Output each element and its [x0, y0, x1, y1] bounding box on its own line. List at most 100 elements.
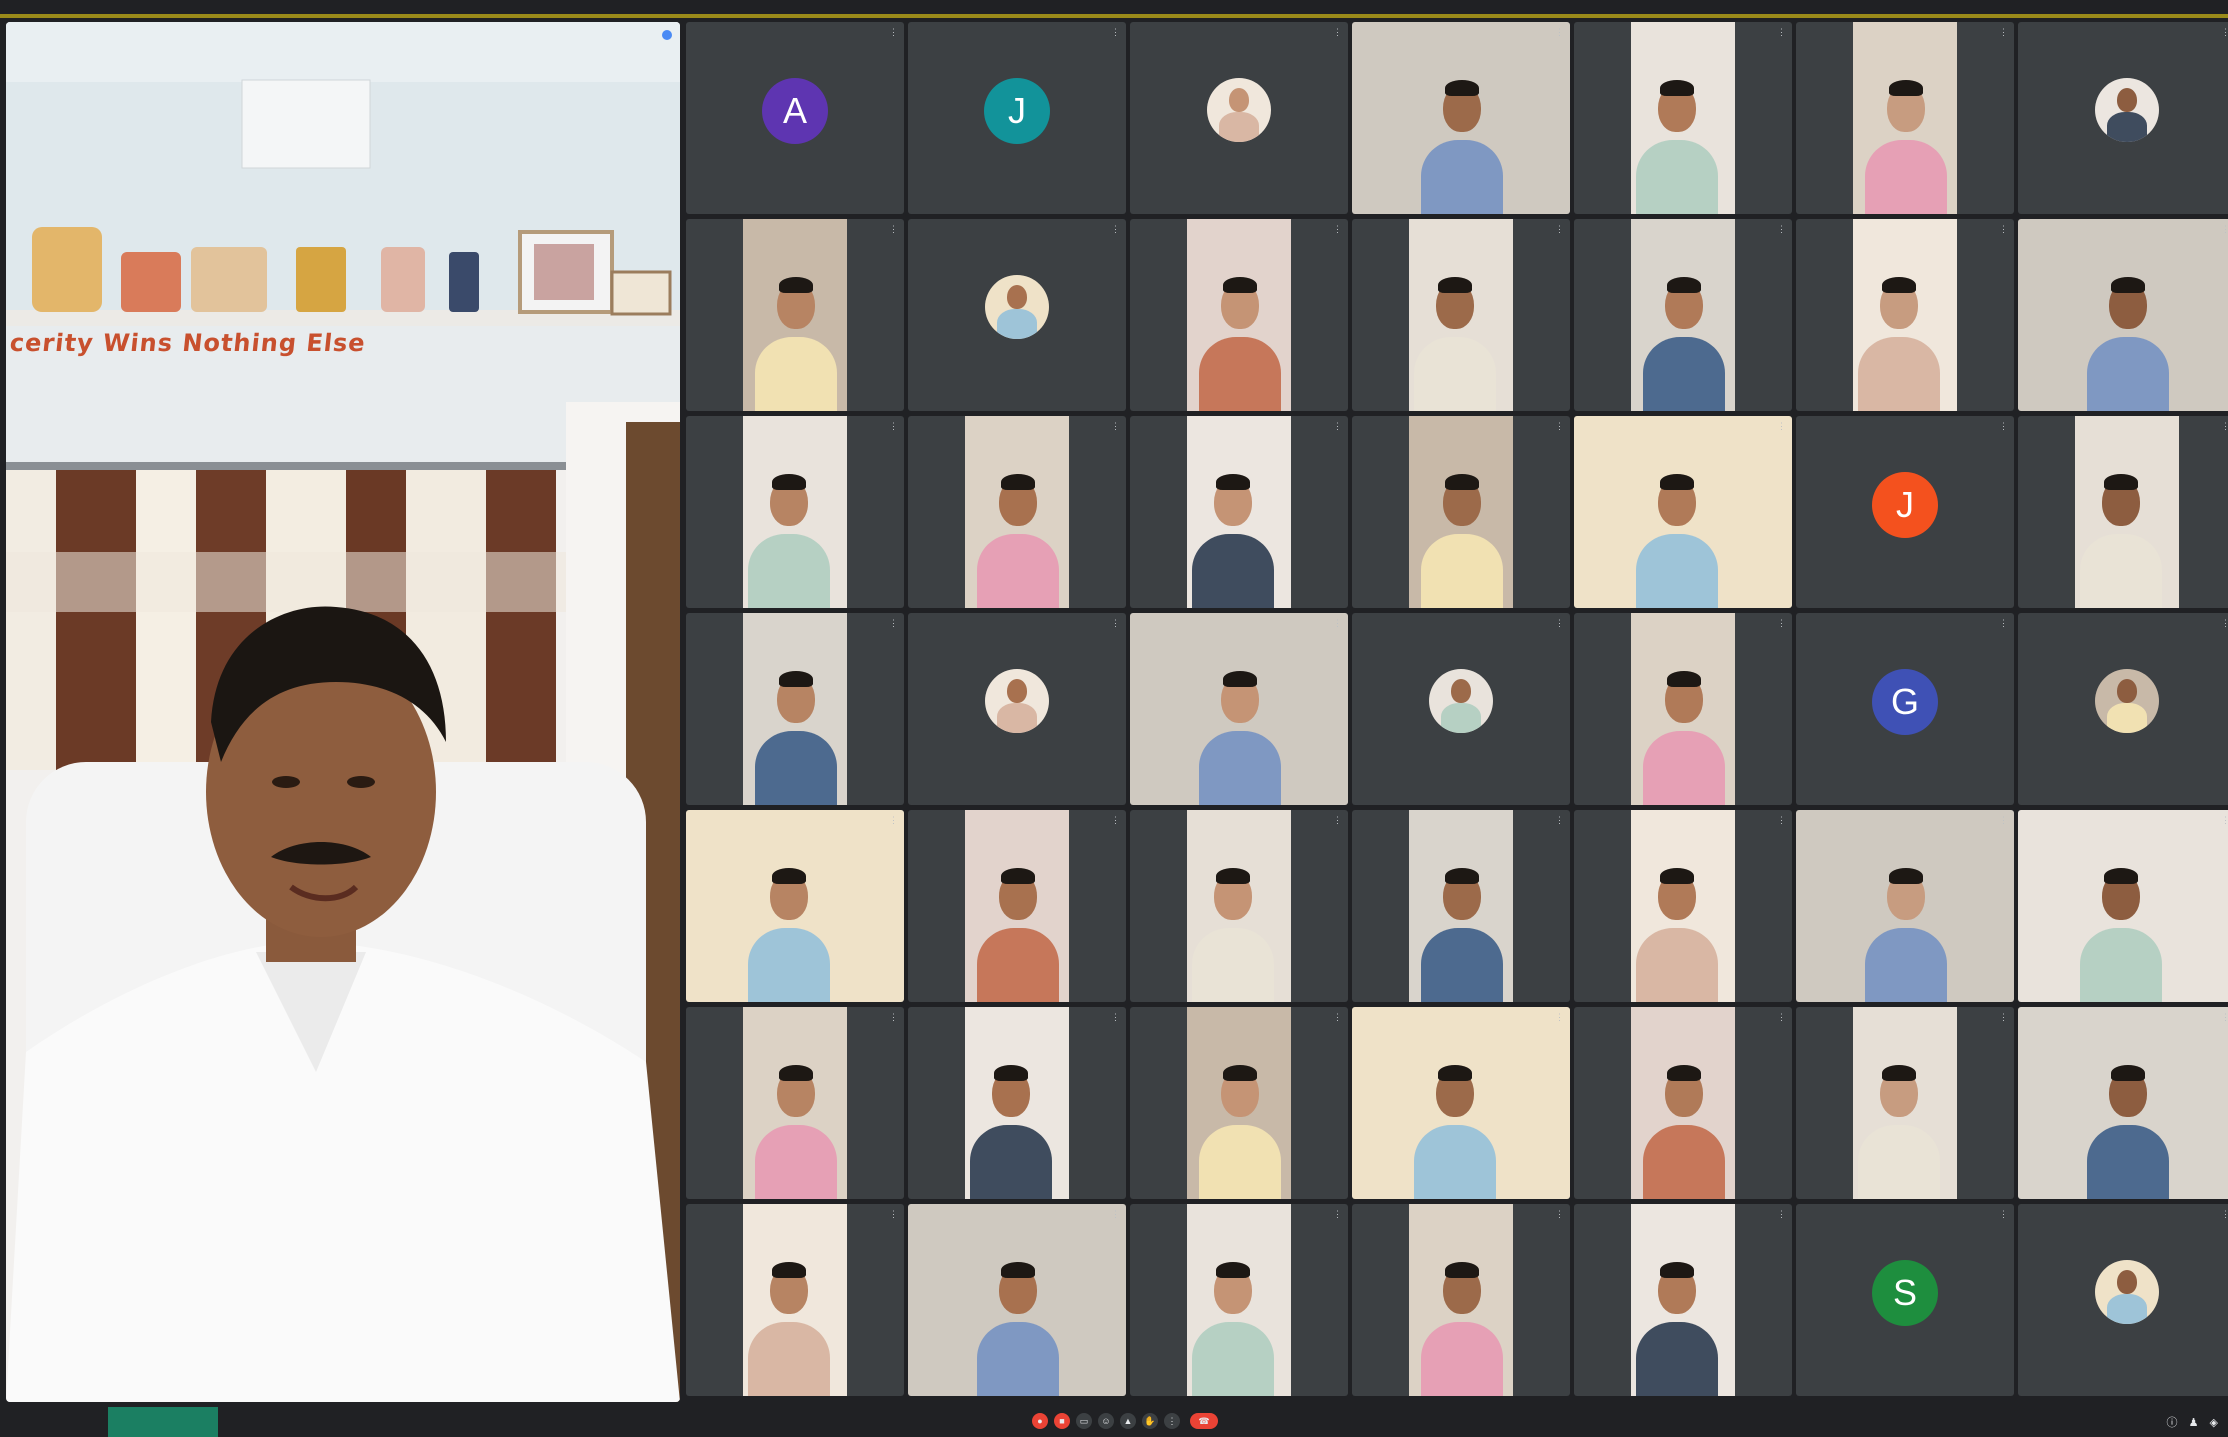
more-options-icon[interactable]: ⋮ — [1164, 1413, 1180, 1429]
present-icon[interactable]: ▲ — [1120, 1413, 1136, 1429]
participant-tile[interactable]: ⋮ — [1574, 1007, 1792, 1199]
more-options-icon[interactable]: ⋮ — [2221, 816, 2228, 825]
more-options-icon[interactable]: ⋮ — [1777, 28, 1786, 37]
participant-tile[interactable]: ⋮ — [686, 810, 904, 1002]
more-options-icon[interactable]: ⋮ — [1999, 28, 2008, 37]
participant-tile[interactable]: ⋮ — [908, 810, 1126, 1002]
more-options-icon[interactable]: ⋮ — [1777, 619, 1786, 628]
more-options-icon[interactable]: ⋮ — [1555, 422, 1564, 431]
more-options-icon[interactable]: ⋮ — [2221, 225, 2228, 234]
participant-tile[interactable]: ⋮ — [1574, 22, 1792, 214]
more-options-icon[interactable]: ⋮ — [889, 1210, 898, 1219]
more-options-icon[interactable]: ⋮ — [1333, 1013, 1342, 1022]
people-icon[interactable]: ♟ — [2189, 1417, 2199, 1429]
participant-tile[interactable]: ⋮ — [908, 219, 1126, 411]
more-options-icon[interactable]: ⋮ — [1777, 816, 1786, 825]
participant-tile[interactable]: ⋮ — [1130, 1007, 1348, 1199]
more-options-icon[interactable]: ⋮ — [1555, 619, 1564, 628]
more-options-icon[interactable]: ⋮ — [2221, 1013, 2228, 1022]
participant-tile[interactable]: ⋮ — [1352, 613, 1570, 805]
more-options-icon[interactable]: ⋮ — [1777, 225, 1786, 234]
participant-tile[interactable]: ⋮ — [1574, 1204, 1792, 1396]
participant-tile[interactable]: ⋮ — [1352, 1204, 1570, 1396]
more-options-icon[interactable]: ⋮ — [1999, 1013, 2008, 1022]
participant-tile[interactable]: ⋮ — [686, 1007, 904, 1199]
participant-tile[interactable]: ⋮ — [686, 1204, 904, 1396]
more-options-icon[interactable]: ⋮ — [1999, 619, 2008, 628]
participant-tile[interactable]: ⋮ — [1130, 416, 1348, 608]
participant-tile[interactable]: ⋮ — [1352, 219, 1570, 411]
participant-tile[interactable]: ⋮ — [1130, 1204, 1348, 1396]
more-options-icon[interactable]: ⋮ — [1999, 1210, 2008, 1219]
more-options-icon[interactable]: ⋮ — [2221, 1210, 2228, 1219]
more-options-icon[interactable]: ⋮ — [1333, 422, 1342, 431]
more-options-icon[interactable]: ⋮ — [1777, 422, 1786, 431]
participant-tile[interactable]: A ⋮ — [686, 22, 904, 214]
participant-tile[interactable]: J ⋮ — [908, 22, 1126, 214]
more-options-icon[interactable]: ⋮ — [1333, 28, 1342, 37]
participant-tile[interactable]: ⋮ — [1130, 613, 1348, 805]
participant-tile[interactable]: ⋮ — [1574, 416, 1792, 608]
more-options-icon[interactable]: ⋮ — [1333, 816, 1342, 825]
participant-tile[interactable]: ⋮ — [2018, 22, 2228, 214]
camera-icon[interactable]: ■ — [1054, 1413, 1070, 1429]
more-options-icon[interactable]: ⋮ — [1999, 225, 2008, 234]
more-options-icon[interactable]: ⋮ — [1555, 816, 1564, 825]
more-options-icon[interactable]: ⋮ — [1999, 816, 2008, 825]
more-options-icon[interactable]: ⋮ — [1777, 1210, 1786, 1219]
more-options-icon[interactable]: ⋮ — [889, 225, 898, 234]
more-options-icon[interactable]: ⋮ — [889, 816, 898, 825]
participant-tile[interactable]: ⋮ — [2018, 1007, 2228, 1199]
more-options-icon[interactable]: ⋮ — [1555, 28, 1564, 37]
more-options-icon[interactable]: ⋮ — [2221, 619, 2228, 628]
more-options-icon[interactable]: ⋮ — [1555, 1210, 1564, 1219]
pin-icon[interactable] — [662, 30, 672, 40]
more-options-icon[interactable]: ⋮ — [1555, 225, 1564, 234]
participant-tile[interactable]: S ⋮ — [1796, 1204, 2014, 1396]
more-options-icon[interactable]: ⋮ — [889, 422, 898, 431]
participant-tile[interactable]: ⋮ — [2018, 1204, 2228, 1396]
more-options-icon[interactable]: ⋮ — [1333, 1210, 1342, 1219]
more-options-icon[interactable]: ⋮ — [1555, 1013, 1564, 1022]
participant-tile[interactable]: ⋮ — [1796, 1007, 2014, 1199]
participant-tile[interactable]: ⋮ — [2018, 810, 2228, 1002]
mic-icon[interactable]: ● — [1032, 1413, 1048, 1429]
participant-tile[interactable]: ⋮ — [908, 416, 1126, 608]
more-options-icon[interactable]: ⋮ — [1111, 225, 1120, 234]
more-options-icon[interactable]: ⋮ — [1777, 1013, 1786, 1022]
more-options-icon[interactable]: ⋮ — [1111, 816, 1120, 825]
captions-icon[interactable]: ▭ — [1076, 1413, 1092, 1429]
participant-tile[interactable]: ⋮ — [1796, 810, 2014, 1002]
more-options-icon[interactable]: ⋮ — [2221, 422, 2228, 431]
participant-tile[interactable]: ⋮ — [686, 416, 904, 608]
participant-tile[interactable]: ⋮ — [1574, 810, 1792, 1002]
emoji-icon[interactable]: ☺ — [1098, 1413, 1114, 1429]
participant-tile[interactable]: ⋮ — [2018, 613, 2228, 805]
participant-tile[interactable]: ⋮ — [1352, 1007, 1570, 1199]
participant-tile[interactable]: ⋮ — [2018, 416, 2228, 608]
participant-tile[interactable]: ⋮ — [686, 219, 904, 411]
participant-tile[interactable]: ⋮ — [1130, 22, 1348, 214]
more-options-icon[interactable]: ⋮ — [2221, 28, 2228, 37]
more-options-icon[interactable]: ⋮ — [1111, 619, 1120, 628]
more-options-icon[interactable]: ⋮ — [1999, 422, 2008, 431]
participant-tile[interactable]: ⋮ — [1352, 810, 1570, 1002]
participant-tile[interactable]: G ⋮ — [1796, 613, 2014, 805]
participant-tile[interactable]: ⋮ — [908, 1204, 1126, 1396]
activities-icon[interactable]: ◈ — [2210, 1417, 2218, 1429]
participant-tile[interactable]: ⋮ — [2018, 219, 2228, 411]
participant-tile[interactable]: ⋮ — [1130, 219, 1348, 411]
more-options-icon[interactable]: ⋮ — [889, 1013, 898, 1022]
participant-tile[interactable]: ⋮ — [1352, 22, 1570, 214]
info-icon[interactable]: ⓘ — [2167, 1417, 2178, 1429]
more-options-icon[interactable]: ⋮ — [1111, 1013, 1120, 1022]
raise-hand-icon[interactable]: ✋ — [1142, 1413, 1158, 1429]
participant-tile[interactable]: ⋮ — [908, 613, 1126, 805]
more-options-icon[interactable]: ⋮ — [1111, 28, 1120, 37]
more-options-icon[interactable]: ⋮ — [1333, 225, 1342, 234]
participant-tile[interactable]: ⋮ — [1796, 219, 2014, 411]
more-options-icon[interactable]: ⋮ — [1111, 1210, 1120, 1219]
more-options-icon[interactable]: ⋮ — [1333, 619, 1342, 628]
main-speaker-tile[interactable]: cerity Wins Nothing Else — [6, 22, 680, 1402]
participant-tile[interactable]: ⋮ — [908, 1007, 1126, 1199]
